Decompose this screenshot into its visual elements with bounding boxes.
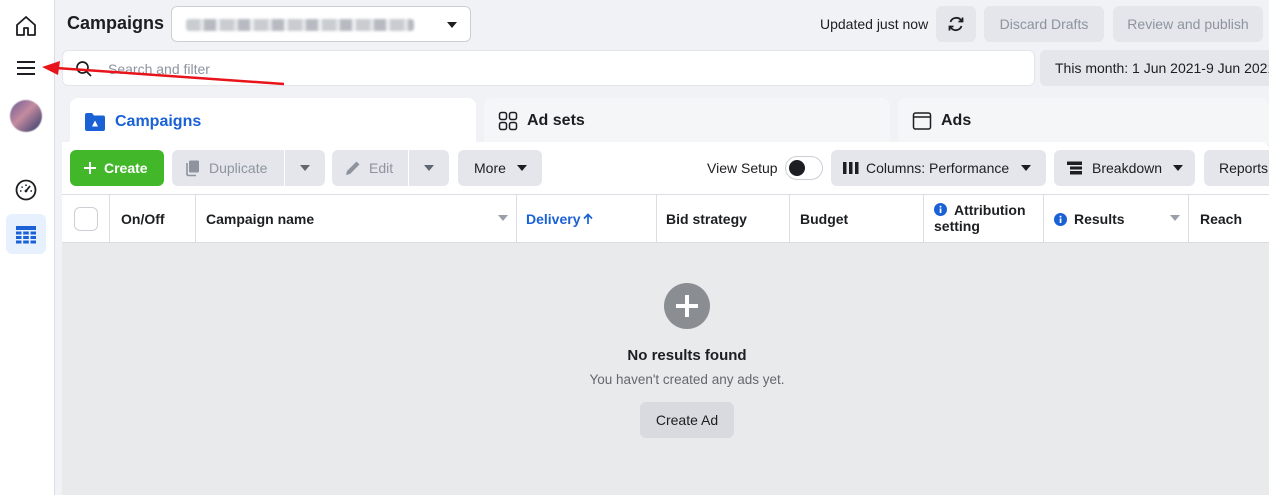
duplicate-icon (184, 159, 202, 177)
chevron-down-icon (447, 22, 457, 28)
table-grid-icon (16, 226, 36, 244)
refresh-button[interactable] (936, 6, 976, 42)
grid-icon (498, 111, 518, 131)
breakdown-button[interactable]: Breakdown (1054, 150, 1195, 186)
tab-ads[interactable]: Ads (898, 98, 1269, 144)
edit-label: Edit (369, 160, 394, 176)
campaigns-panel: Create Duplicate Edit More View Setup Co… (62, 142, 1269, 495)
sort-caret-icon (498, 215, 508, 221)
search-placeholder: Search and filter (108, 61, 210, 77)
toggle-knob (789, 160, 805, 176)
column-header-label: Delivery (526, 211, 581, 227)
empty-state: No results found You haven't created any… (62, 243, 1269, 495)
reports-button[interactable]: Reports (1204, 150, 1269, 186)
tab-campaigns[interactable]: Campaigns (70, 98, 476, 146)
ad-frame-icon (912, 111, 932, 131)
more-button[interactable]: More (458, 150, 542, 186)
page-title: Campaigns (67, 13, 165, 33)
column-reach[interactable]: Reach (1189, 195, 1269, 243)
gauge-icon (15, 179, 37, 201)
pencil-icon (344, 159, 362, 177)
columns-icon (843, 161, 859, 175)
reports-label: Reports (1219, 160, 1269, 176)
duplicate-button[interactable]: Duplicate (172, 150, 284, 186)
select-all-cell (62, 195, 110, 243)
view-setup-toggle[interactable] (785, 156, 823, 180)
search-icon (76, 61, 92, 77)
select-all-checkbox[interactable] (74, 207, 98, 231)
duplicate-dropdown-button[interactable] (285, 150, 325, 186)
sort-caret-icon (1170, 215, 1180, 221)
ads-reporting-button[interactable] (6, 170, 46, 210)
column-header-label: Reach (1200, 211, 1243, 227)
edit-button[interactable]: Edit (332, 150, 408, 186)
column-results[interactable]: Results (1044, 195, 1189, 243)
ads-manager-button[interactable] (6, 214, 46, 254)
view-setup-label: View Setup (707, 160, 778, 176)
top-bar: Campaigns Updated just now Discard Draft… (55, 0, 1269, 48)
chevron-down-icon (1173, 165, 1184, 171)
tab-campaigns-label: Campaigns (115, 113, 202, 130)
edit-dropdown-button[interactable] (409, 150, 449, 186)
tab-ads-label: Ads (941, 112, 972, 129)
avatar[interactable] (10, 100, 42, 132)
column-header-label: Results (1074, 211, 1125, 227)
column-on-off[interactable]: On/Off (110, 195, 196, 243)
folder-icon (84, 112, 106, 132)
chevron-down-icon (300, 165, 310, 171)
column-header-label: Campaign name (206, 211, 315, 227)
add-circle-icon (664, 283, 710, 329)
info-icon (1054, 212, 1067, 226)
plus-icon (83, 161, 97, 175)
breakdown-icon (1067, 161, 1083, 175)
column-bid-strategy[interactable]: Bid strategy (657, 195, 790, 243)
breakdown-label: Breakdown (1092, 160, 1163, 176)
column-delivery[interactable]: Delivery (517, 195, 657, 243)
column-header-label: Attribution setting (934, 202, 1026, 234)
hamburger-menu-icon (17, 61, 35, 75)
create-label: Create (104, 160, 148, 176)
search-filter-input[interactable]: Search and filter (62, 50, 1035, 86)
discard-drafts-button[interactable]: Discard Drafts (984, 6, 1104, 42)
home-button[interactable] (6, 6, 46, 46)
chevron-down-icon (1021, 165, 1032, 171)
review-and-publish-button[interactable]: Review and publish (1113, 6, 1263, 42)
empty-state-subtitle: You haven't created any ads yet. (589, 372, 785, 387)
create-ad-button[interactable]: Create Ad (640, 402, 734, 438)
home-icon (16, 16, 36, 36)
column-header-label: Budget (800, 211, 849, 227)
empty-state-title: No results found (627, 347, 747, 364)
more-label: More (474, 160, 506, 176)
chevron-down-icon (516, 165, 527, 171)
tab-ad-sets-label: Ad sets (527, 112, 585, 129)
chevron-down-icon (424, 165, 434, 171)
date-range-picker[interactable]: This month: 1 Jun 2021-9 Jun 2021 (1040, 50, 1269, 86)
column-budget[interactable]: Budget (790, 195, 924, 243)
table-header: On/Off Campaign name Delivery Bid strate… (62, 194, 1269, 243)
refresh-icon (948, 16, 964, 32)
duplicate-label: Duplicate (209, 160, 268, 176)
ad-account-select[interactable] (171, 6, 471, 42)
column-attribution-setting[interactable]: Attribution setting (924, 195, 1044, 243)
create-button[interactable]: Create (70, 150, 164, 186)
left-rail (0, 0, 55, 495)
toolbar: Create Duplicate Edit More View Setup Co… (62, 142, 1269, 194)
columns-label: Columns: Performance (866, 160, 1010, 176)
column-header-label: Bid strategy (666, 211, 747, 227)
menu-button[interactable] (6, 48, 46, 88)
updated-status: Updated just now (820, 16, 929, 32)
sort-ascending-icon (583, 213, 594, 224)
column-header-label: On/Off (121, 211, 165, 227)
tab-ad-sets[interactable]: Ad sets (484, 98, 890, 144)
column-campaign-name[interactable]: Campaign name (196, 195, 517, 243)
account-name-redacted (186, 19, 414, 31)
columns-button[interactable]: Columns: Performance (831, 150, 1046, 186)
